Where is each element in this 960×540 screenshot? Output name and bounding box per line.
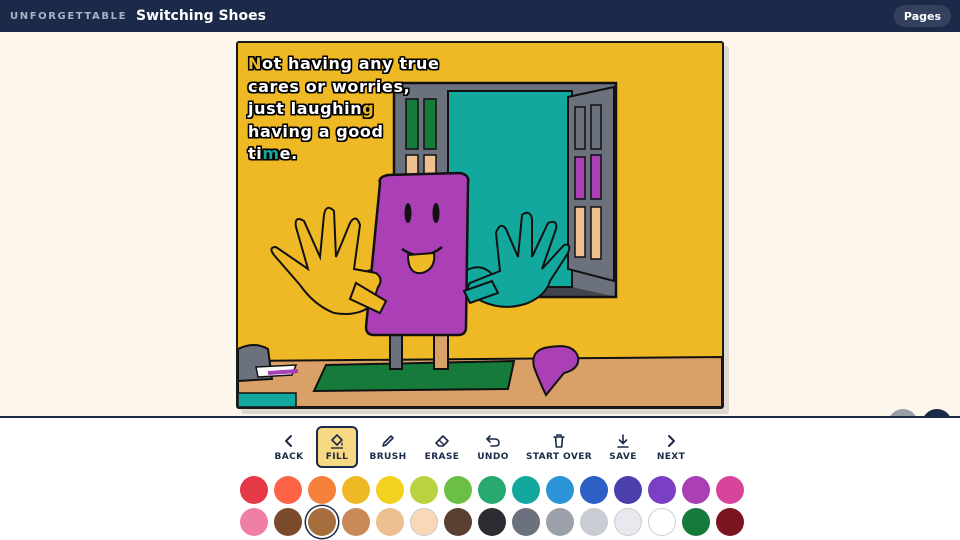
story-line-5-start: ti <box>248 144 263 163</box>
trash-icon <box>553 433 565 448</box>
bottom-toolbar: BACK FILL BRUSH ERASE UNDO START OVER SA… <box>0 416 960 540</box>
fill-button[interactable]: FILL <box>316 426 358 468</box>
next-button[interactable]: NEXT <box>654 426 688 468</box>
undo-button[interactable]: UNDO <box>474 426 512 468</box>
fill-label: FILL <box>325 451 349 462</box>
color-swatch[interactable] <box>274 476 302 504</box>
story-text: Not having any true cares or worries, ju… <box>248 53 440 166</box>
story-line-3-highlight: g <box>362 99 375 118</box>
book-title: Switching Shoes <box>136 8 266 24</box>
brand-label: UNFORGETTABLE <box>10 10 128 22</box>
color-swatch[interactable] <box>376 476 404 504</box>
brush-button[interactable]: BRUSH <box>368 426 408 468</box>
story-line-1-highlight: N <box>248 54 262 73</box>
pencil-icon <box>382 434 394 447</box>
undo-label: UNDO <box>477 451 509 462</box>
color-swatch[interactable] <box>682 508 710 536</box>
color-swatch[interactable] <box>614 508 642 536</box>
color-swatch[interactable] <box>444 508 472 536</box>
color-swatch[interactable] <box>308 508 336 536</box>
color-swatch[interactable] <box>546 508 574 536</box>
chevron-right-icon <box>668 434 675 447</box>
color-swatch[interactable] <box>478 508 506 536</box>
color-swatch[interactable] <box>376 508 404 536</box>
color-swatch[interactable] <box>546 476 574 504</box>
story-line-1: Not having any true <box>248 53 440 76</box>
color-swatch[interactable] <box>410 476 438 504</box>
start-over-button[interactable]: START OVER <box>526 426 592 468</box>
erase-button[interactable]: ERASE <box>422 426 462 468</box>
color-swatch[interactable] <box>648 508 676 536</box>
pages-button[interactable]: Pages <box>893 5 951 27</box>
top-bar: UNFORGETTABLE Switching Shoes Pages <box>0 0 960 32</box>
color-swatch[interactable] <box>444 476 472 504</box>
story-line-1-rest: ot having any true <box>262 54 440 73</box>
eraser-icon <box>435 434 449 447</box>
color-swatch[interactable] <box>682 476 710 504</box>
undo-icon <box>486 434 500 447</box>
color-swatch[interactable] <box>512 476 540 504</box>
canvas-area: Not having any true cares or worries, ju… <box>0 32 960 439</box>
save-button[interactable]: SAVE <box>606 426 640 468</box>
color-swatch[interactable] <box>648 476 676 504</box>
color-swatch[interactable] <box>410 508 438 536</box>
color-swatch[interactable] <box>614 476 642 504</box>
paint-bucket-icon <box>331 433 343 449</box>
coloring-page[interactable]: Not having any true cares or worries, ju… <box>236 41 724 409</box>
story-line-3: just laughing <box>248 98 440 121</box>
color-swatch[interactable] <box>342 508 370 536</box>
color-swatch[interactable] <box>240 476 268 504</box>
download-icon <box>617 433 629 448</box>
back-label: BACK <box>274 451 304 462</box>
start-over-label: START OVER <box>525 451 593 462</box>
color-swatch[interactable] <box>512 508 540 536</box>
chevron-left-icon <box>285 434 292 447</box>
next-label: NEXT <box>656 451 686 462</box>
story-line-4: having a good <box>248 121 384 141</box>
brush-label: BRUSH <box>369 451 407 462</box>
save-label: SAVE <box>609 451 637 462</box>
color-swatch[interactable] <box>716 476 744 504</box>
tool-row: BACK FILL BRUSH ERASE UNDO START OVER SA… <box>0 426 960 470</box>
story-line-5-highlight: m <box>262 144 280 163</box>
color-swatch[interactable] <box>342 476 370 504</box>
color-swatch[interactable] <box>274 508 302 536</box>
back-button[interactable]: BACK <box>272 426 306 468</box>
color-swatch[interactable] <box>240 508 268 536</box>
color-swatch[interactable] <box>580 476 608 504</box>
color-swatch[interactable] <box>308 476 336 504</box>
color-swatch[interactable] <box>716 508 744 536</box>
color-swatch[interactable] <box>478 476 506 504</box>
story-line-5-end: e. <box>279 144 298 163</box>
story-line-5: time. <box>248 143 440 166</box>
story-line-3-rest: just laughin <box>248 99 363 118</box>
story-line-2: cares or worries, <box>248 76 411 96</box>
erase-label: ERASE <box>424 451 460 462</box>
color-swatch[interactable] <box>580 508 608 536</box>
